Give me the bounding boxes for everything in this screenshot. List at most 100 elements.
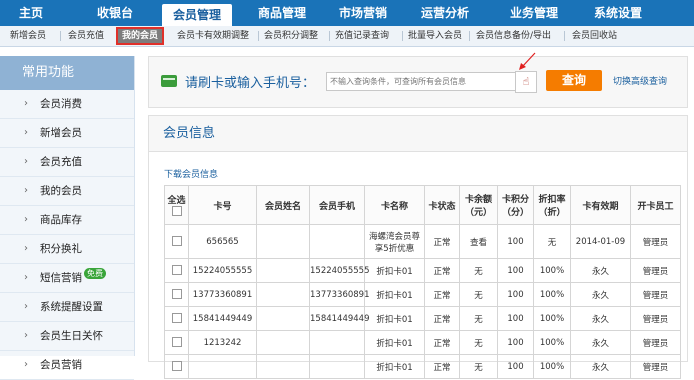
subnav-add-member[interactable]: 新增会员	[10, 29, 46, 43]
row-select[interactable]	[164, 330, 189, 355]
cell-discount: 100%	[533, 330, 571, 355]
search-input[interactable]	[326, 72, 518, 91]
cell-card-points: 100	[497, 354, 534, 379]
subnav-points-adjust[interactable]: 会员积分调整	[264, 29, 318, 43]
table-row[interactable]: 1213242 折扣卡01 正常 无 100 100% 永久 管理员	[164, 330, 681, 355]
col-staff: 开卡员工	[630, 185, 681, 225]
top-nav: 主页 收银台 会员管理 商品管理 市场营销 运营分析 业务管理 系统设置	[0, 0, 694, 26]
cell-card-no: 13773360891	[188, 282, 257, 307]
subnav-member-recharge[interactable]: 会员充值	[68, 29, 104, 43]
subnav-recharge-records[interactable]: 充值记录查询	[335, 29, 389, 43]
subnav-backup-export[interactable]: 会员信息备份/导出	[476, 29, 551, 43]
row-select[interactable]	[164, 258, 189, 283]
subnav-divider	[402, 31, 403, 41]
subnav-card-validity[interactable]: 会员卡有效期调整	[177, 29, 249, 43]
select-all-checkbox[interactable]	[171, 206, 182, 217]
advanced-search-link[interactable]: 切换高级查询	[613, 74, 667, 87]
chevron-right-icon: ›	[24, 214, 28, 225]
subnav-divider	[564, 31, 565, 41]
swipe-card-icon[interactable]: ☝	[515, 71, 537, 93]
cell-card-points: 100	[497, 306, 534, 331]
cell-validity: 永久	[570, 330, 631, 355]
sidebar-item-member-recharge[interactable]: › 会员充值	[0, 148, 134, 177]
view-balance-link[interactable]: 查看	[459, 224, 498, 259]
cell-card-status: 正常	[424, 330, 460, 355]
row-checkbox[interactable]	[171, 337, 182, 348]
free-badge: 免费	[84, 268, 106, 279]
chevron-right-icon: ›	[24, 98, 28, 109]
col-card-balance: 卡余额（元）	[459, 185, 498, 225]
table-row[interactable]: 15224055555 15224055555 折扣卡01 正常 无 100 1…	[164, 258, 681, 283]
cell-member-name	[256, 354, 310, 379]
col-select-all[interactable]: 全选	[164, 185, 189, 225]
cell-card-no: 656565	[188, 224, 257, 259]
nav-home[interactable]: 主页	[6, 0, 56, 26]
sidebar-item-points-gift[interactable]: › 积分换礼	[0, 235, 134, 264]
sidebar-item-member-marketing[interactable]: › 会员营销	[0, 351, 134, 380]
sidebar-item-label: 系统提醒设置	[40, 301, 103, 313]
cell-member-name	[256, 282, 310, 307]
sidebar: 常用功能 › 会员消费 › 新增会员 › 会员充值 › 我的会员 › 商品库存 › 积分换礼…	[0, 56, 135, 380]
table-row[interactable]: 15841449449 15841449449 折扣卡01 正常 无 100 1…	[164, 306, 681, 331]
sidebar-item-inventory[interactable]: › 商品库存	[0, 206, 134, 235]
member-table: 全选 卡号 会员姓名 会员手机 卡名称 卡状态 卡余额（元） 卡积分（分） 折扣…	[164, 185, 681, 379]
query-button[interactable]: 查询	[546, 70, 602, 91]
row-checkbox[interactable]	[171, 236, 182, 247]
sub-nav: 新增会员 会员充值 我的会员 会员卡有效期调整 会员积分调整 充值记录查询 批量…	[0, 26, 694, 47]
sidebar-item-add-member[interactable]: › 新增会员	[0, 119, 134, 148]
cell-card-points: 100	[497, 330, 534, 355]
cell-discount: 100%	[533, 258, 571, 283]
row-select[interactable]	[164, 282, 189, 307]
nav-member-mgmt[interactable]: 会员管理	[162, 4, 232, 26]
subnav-divider	[60, 31, 61, 41]
download-member-info-link[interactable]: 下载会员信息	[164, 167, 218, 180]
row-select[interactable]	[164, 354, 189, 379]
cell-staff: 管理员	[630, 306, 681, 331]
sidebar-item-member-consume[interactable]: › 会员消费	[0, 90, 134, 119]
row-checkbox[interactable]	[171, 361, 182, 372]
subnav-divider	[329, 31, 330, 41]
subnav-batch-import[interactable]: 批量导入会员	[408, 29, 462, 43]
cell-discount: 100%	[533, 282, 571, 307]
panel-title: 会员信息	[149, 116, 687, 152]
chevron-right-icon: ›	[24, 272, 28, 283]
cell-member-name	[256, 258, 310, 283]
nav-marketing[interactable]: 市场营销	[331, 0, 395, 26]
cell-card-balance: 无	[459, 330, 498, 355]
nav-business[interactable]: 业务管理	[502, 0, 566, 26]
sidebar-item-birthday-care[interactable]: › 会员生日关怀	[0, 322, 134, 351]
cell-validity: 2014-01-09	[570, 224, 631, 259]
nav-settings[interactable]: 系统设置	[586, 0, 650, 26]
sidebar-item-sms-marketing[interactable]: › 短信营销 免费	[0, 264, 134, 293]
row-select[interactable]	[164, 224, 189, 259]
row-checkbox[interactable]	[171, 265, 182, 276]
header-label: 全选	[167, 196, 186, 207]
chevron-right-icon: ›	[24, 156, 28, 167]
col-member-phone: 会员手机	[309, 185, 365, 225]
chevron-right-icon: ›	[24, 301, 28, 312]
cell-member-name	[256, 224, 310, 259]
cell-card-no: 1213242	[188, 330, 257, 355]
nav-analytics[interactable]: 运营分析	[413, 0, 477, 26]
col-card-status: 卡状态	[424, 185, 460, 225]
subnav-recycle-bin[interactable]: 会员回收站	[572, 29, 617, 43]
row-select[interactable]	[164, 306, 189, 331]
subnav-my-members[interactable]: 我的会员	[116, 27, 165, 45]
sidebar-item-label: 会员充值	[40, 156, 82, 168]
sidebar-item-my-members[interactable]: › 我的会员	[0, 177, 134, 206]
table-row[interactable]: 折扣卡01 正常 无 100 100% 永久 管理员	[164, 354, 681, 379]
row-checkbox[interactable]	[171, 289, 182, 300]
table-row[interactable]: 13773360891 13773360891 折扣卡01 正常 无 100 1…	[164, 282, 681, 307]
cell-card-name: 折扣卡01	[364, 282, 425, 307]
row-checkbox[interactable]	[171, 313, 182, 324]
nav-cashier[interactable]: 收银台	[82, 0, 148, 26]
cell-staff: 管理员	[630, 354, 681, 379]
table-row[interactable]: 656565 海螺湾会员尊享5折优惠 正常 查看 100 无 2014-01-0…	[164, 224, 681, 259]
sidebar-item-reminder-settings[interactable]: › 系统提醒设置	[0, 293, 134, 322]
nav-goods-mgmt[interactable]: 商品管理	[250, 0, 314, 26]
cell-staff: 管理员	[630, 258, 681, 283]
sidebar-item-label: 短信营销	[40, 272, 82, 284]
cell-card-balance: 无	[459, 354, 498, 379]
cell-staff: 管理员	[630, 282, 681, 307]
sidebar-item-label: 商品库存	[40, 214, 82, 226]
